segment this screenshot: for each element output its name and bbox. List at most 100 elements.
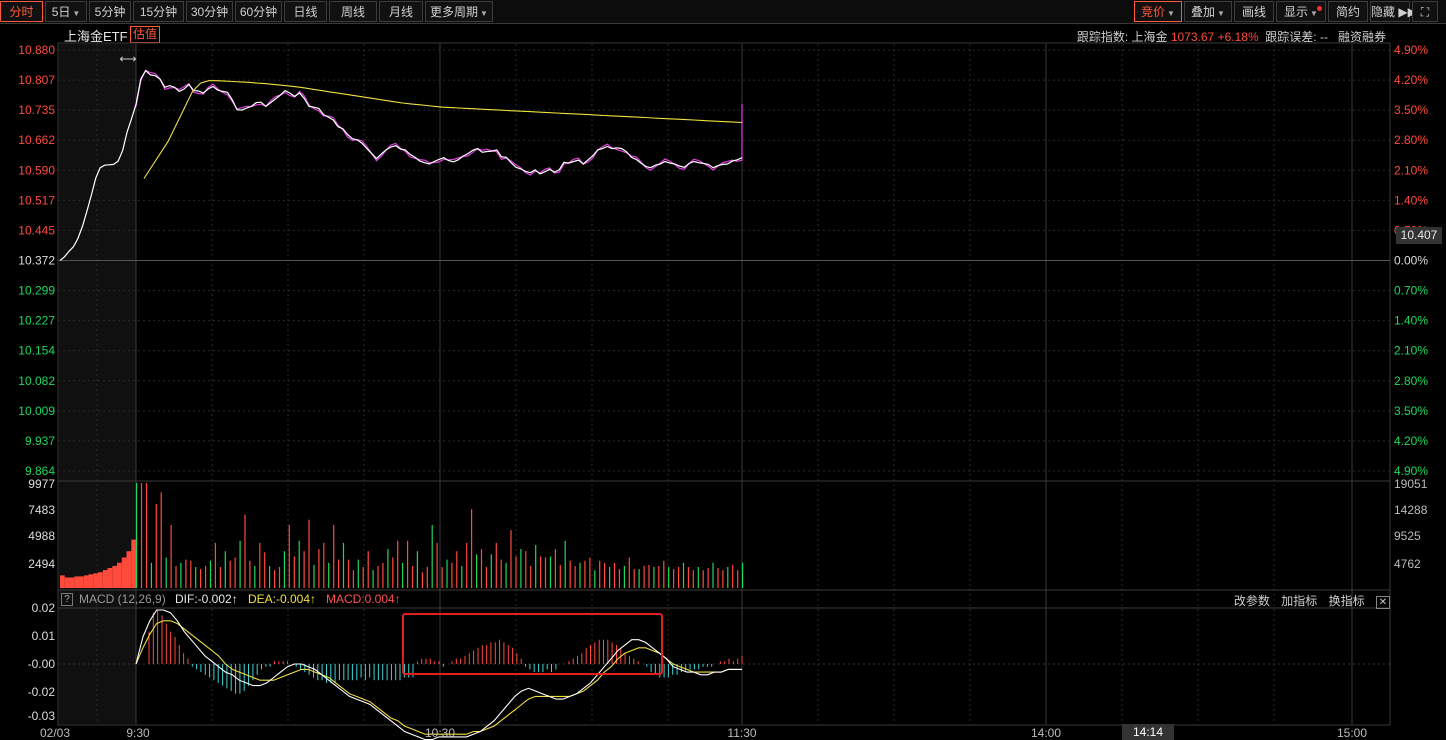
average-price-line (143, 80, 743, 179)
volume-bar (254, 566, 256, 588)
volume-bar (456, 551, 458, 588)
volume-bar (387, 549, 389, 588)
volume-bar (426, 567, 428, 588)
volume-bar (451, 562, 453, 588)
volume-bar (175, 566, 177, 588)
volume-bar (362, 567, 364, 588)
volume-bar (510, 530, 512, 588)
volume-bar (476, 554, 478, 588)
price-axis-label: 10.082 (18, 374, 55, 388)
volume-bar (74, 576, 80, 588)
volume-bar (79, 576, 84, 588)
volume-bar (446, 559, 448, 588)
volume-bar (88, 574, 94, 588)
volume-bar (219, 567, 221, 588)
volume-bar (530, 566, 532, 588)
volume-bar (298, 540, 300, 588)
volume-bar (323, 542, 325, 588)
price-axis-label: 10.880 (18, 43, 55, 57)
volume-bar (623, 566, 625, 588)
time-axis-label: 10:30 (425, 726, 455, 740)
price-axis-label: 10.735 (18, 103, 55, 117)
macd-header: ? MACD (12,26,9) DIF:-0.002↑ DEA:-0.004↑… (58, 591, 1390, 609)
close-icon[interactable]: ✕ (1376, 596, 1390, 609)
macd-axis-label: -0.03 (28, 709, 56, 723)
price-axis-label: 10.227 (18, 314, 55, 328)
pct-axis-label: 2.10% (1394, 163, 1428, 177)
pct-axis-label: 2.80% (1394, 374, 1428, 388)
volume-bar (303, 551, 305, 588)
price-axis-label: 10.299 (18, 284, 55, 298)
volume-bar (633, 569, 635, 588)
pct-axis-label: 1.40% (1394, 314, 1428, 328)
volume-bar (239, 540, 241, 588)
volume-bar (569, 560, 571, 588)
volume-bar (702, 570, 704, 588)
volume-bar (579, 562, 581, 588)
price-axis-label: 9.937 (25, 434, 55, 448)
volume-bar (687, 567, 689, 588)
volume-bar (131, 539, 137, 588)
macd-indicator-name: MACD (12,26,9) (79, 592, 166, 606)
current-price-badge: 10.407 (1396, 227, 1442, 244)
volume-bar (195, 567, 197, 588)
macd-dea-value: DEA:-0.004↑ (248, 592, 317, 606)
chart-frame (57, 42, 1391, 726)
volume-bar (668, 567, 670, 588)
volume-bar (490, 554, 492, 588)
macd-value: MACD:0.004↑ (326, 592, 401, 606)
volume-bar (707, 568, 709, 588)
add-indicator-button[interactable]: 加指标 (1281, 594, 1317, 608)
volume-bar (397, 540, 399, 588)
volume-bar (554, 549, 556, 588)
price-axis-label: 10.154 (18, 344, 55, 358)
volume-bar (520, 549, 522, 588)
volume-bar (500, 559, 502, 588)
volume-bar (648, 564, 650, 588)
time-axis-label: 11:30 (727, 726, 756, 740)
pct-axis-label: 4.90% (1394, 464, 1428, 478)
volume-bar (643, 566, 645, 588)
volume-bar (367, 551, 369, 588)
volume-bar (564, 540, 566, 588)
help-icon[interactable]: ? (61, 593, 73, 606)
volume-bar (678, 567, 680, 588)
volume-bar (269, 566, 271, 588)
volume-bar (372, 570, 374, 588)
volume-bar (107, 568, 113, 588)
volume-bar (416, 551, 418, 588)
price-line (59, 69, 743, 261)
volume-bar (673, 569, 675, 588)
pct-axis-label: 2.10% (1394, 344, 1428, 358)
volume-bar (234, 557, 236, 588)
volume-bar (604, 562, 606, 588)
intraday-chart[interactable]: 10.880 10.807 10.735 10.662 10.590 10.517 10.4… (0, 0, 1446, 740)
volume-bar (559, 564, 561, 588)
pct-axis-label: 3.50% (1394, 404, 1428, 418)
price-axis-label: 10.662 (18, 133, 55, 147)
volume-bar (98, 572, 103, 588)
volume-bar (540, 556, 542, 588)
volume-bar (515, 556, 517, 588)
macd-axis-label: -0.02 (28, 685, 56, 699)
volume-bar (352, 570, 354, 588)
volume-bar (431, 525, 433, 588)
volume-bar (205, 566, 207, 588)
volume-bar (682, 562, 685, 588)
volume-bar (214, 542, 216, 588)
switch-indicator-button[interactable]: 换指标 (1329, 594, 1365, 608)
volume-bar (229, 560, 231, 588)
edit-params-button[interactable]: 改参数 (1234, 594, 1270, 608)
volume-bar (653, 567, 655, 588)
volume-bar (382, 562, 384, 588)
volume-bar (411, 566, 414, 588)
volume-bar (224, 551, 226, 588)
pct-axis-label: 2.80% (1394, 133, 1428, 147)
price-axis-label: 10.009 (18, 404, 55, 418)
volume-axis-right-label: 9525 (1394, 529, 1421, 543)
volume-bar (283, 551, 285, 588)
price-axis-label: 10.590 (18, 163, 55, 177)
volume-bar (249, 560, 251, 588)
volume-bar (165, 557, 167, 588)
price-axis-label: 10.517 (18, 193, 55, 207)
